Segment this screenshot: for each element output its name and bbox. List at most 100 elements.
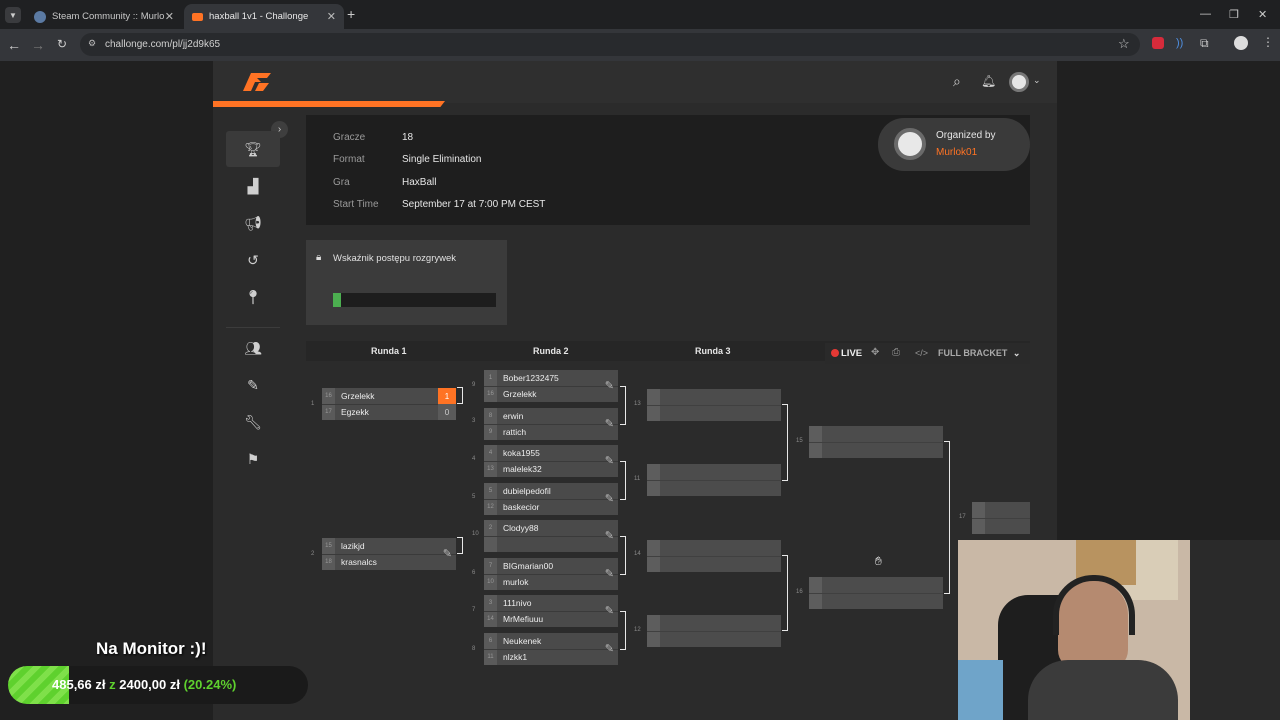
lock-icon: 🔒︎	[316, 252, 322, 263]
match[interactable]: 5 dubielpedofil 12 baskecior ✎	[484, 483, 618, 515]
match[interactable]: 6 Neukenek 11 nlzkk1 ✎	[484, 633, 618, 665]
empty-match[interactable]	[809, 577, 943, 609]
match[interactable]: 3 111nivo 14 MrMefiuuu ✎	[484, 595, 618, 627]
participant-row[interactable]: 18 krasnalcs	[322, 554, 456, 570]
organizer-card[interactable]: Organized by Murlok01	[878, 118, 1030, 171]
profile-avatar-icon[interactable]	[1234, 36, 1248, 50]
maximize-icon[interactable]: ❐	[1229, 8, 1239, 21]
participant-row[interactable]: 16 Grzelekk	[484, 386, 618, 402]
users-icon: 👥︎	[244, 339, 262, 356]
participant-row[interactable]: 13 malelek32	[484, 461, 618, 477]
window-close-icon[interactable]: ✕	[1258, 8, 1267, 21]
match[interactable]: 15 lazikjd 18 krasnalcs ✎	[322, 538, 456, 570]
participant-row[interactable]: 3 111nivo	[484, 595, 618, 611]
sidebar-item-settings[interactable]: 🔧︎	[226, 404, 280, 440]
seed-number: 2	[484, 520, 497, 536]
new-tab-button[interactable]: +	[347, 6, 355, 22]
embed-code-icon[interactable]: </>	[915, 348, 928, 358]
match-id: 7	[472, 607, 476, 613]
sidebar-item-edit[interactable]: ✎	[226, 367, 280, 403]
search-icon[interactable]: ⌕	[953, 73, 961, 90]
participant-row[interactable]: 15 lazikjd	[322, 538, 456, 554]
edit-match-icon[interactable]: ✎	[605, 454, 614, 467]
sidebar-item-announcements[interactable]: 📢︎	[226, 205, 280, 241]
empty-match[interactable]	[647, 615, 781, 647]
match[interactable]: 7 BIGmarian00 10 murlok ✎	[484, 558, 618, 590]
participant-row[interactable]: 12 baskecior	[484, 499, 618, 515]
sidebar-item-participants[interactable]: 👥︎	[226, 330, 280, 366]
participant-row[interactable]: 4 koka1955	[484, 445, 618, 461]
forward-icon[interactable]: →	[30, 37, 46, 53]
sidebar-item-location[interactable]: 📍︎	[226, 279, 280, 315]
edit-match-icon[interactable]: ✎	[605, 379, 614, 392]
participant-row[interactable]	[484, 536, 618, 552]
reload-icon[interactable]: ↻	[54, 37, 70, 51]
participant-row[interactable]: 16 Grzelekk	[322, 388, 456, 404]
address-bar[interactable]: ⚙ challonge.com/pl/jj2d9k65	[80, 33, 1140, 56]
minimize-icon[interactable]: —	[1200, 8, 1211, 20]
seed-slot	[647, 556, 660, 572]
match[interactable]: 16 Grzelekk 17 Egzekk 1 0	[322, 388, 456, 420]
participant-row[interactable]: 17 Egzekk	[322, 404, 456, 420]
sidebar-item-log[interactable]: ↺	[226, 242, 280, 278]
participant-row[interactable]: 11 nlzkk1	[484, 649, 618, 665]
puzzle-icon[interactable]: ⧉	[1200, 36, 1209, 51]
sidebar-item-report[interactable]: ⚑	[226, 441, 280, 477]
print-icon[interactable]: ⎙	[892, 347, 900, 358]
sidebar-item-standings[interactable]: ▟	[226, 168, 280, 204]
participant-name: rattich	[503, 427, 527, 437]
chevron-down-icon[interactable]: ⌄	[1033, 75, 1041, 86]
tab-steam[interactable]: Steam Community :: Murlok :: I ✕	[26, 4, 182, 29]
back-icon[interactable]: ←	[6, 37, 22, 53]
participant-row[interactable]: 5 dubielpedofil	[484, 483, 618, 499]
live-button[interactable]: LIVE	[841, 348, 862, 359]
sidebar-item-bracket[interactable]: 🏆︎	[226, 131, 280, 167]
empty-match[interactable]	[647, 389, 781, 421]
participant-name: Grzelekk	[341, 391, 375, 401]
user-avatar-icon[interactable]	[1009, 72, 1029, 92]
match[interactable]: 4 koka1955 13 malelek32 ✎	[484, 445, 618, 477]
tab-challonge[interactable]: haxball 1v1 - Challonge ✕	[184, 4, 344, 29]
match[interactable]: 2 Clodyy88 ✎	[484, 520, 618, 552]
megaphone-icon: 📢︎	[244, 214, 262, 231]
empty-match[interactable]	[647, 464, 781, 496]
edit-match-icon[interactable]: ✎	[443, 547, 452, 560]
bracket-line	[625, 536, 626, 574]
wrench-icon: 🔧︎	[244, 413, 262, 430]
tab-search-button[interactable]: ▼	[5, 7, 21, 23]
participant-row[interactable]: 8 erwin	[484, 408, 618, 424]
close-icon[interactable]: ✕	[165, 10, 174, 23]
menu-icon[interactable]: ⋮	[1262, 35, 1274, 49]
full-bracket-button[interactable]: FULL BRACKET ⌄	[938, 348, 1020, 359]
edit-match-icon[interactable]: ✎	[605, 567, 614, 580]
participant-row[interactable]: 7 BIGmarian00	[484, 558, 618, 574]
challonge-logo[interactable]	[241, 71, 273, 93]
extension-icon[interactable]: ))	[1176, 37, 1183, 49]
match[interactable]: 1 Bober1232475 16 Grzelekk ✎	[484, 370, 618, 402]
participant-row[interactable]: 2 Clodyy88	[484, 520, 618, 536]
participant-row[interactable]: 14 MrMefiuuu	[484, 611, 618, 627]
match-divider	[647, 631, 781, 632]
final-match[interactable]	[972, 502, 1030, 534]
participant-row[interactable]: 10 murlok	[484, 574, 618, 590]
match-divider	[484, 649, 618, 650]
edit-match-icon[interactable]: ✎	[605, 604, 614, 617]
participant-row[interactable]: 1 Bober1232475	[484, 370, 618, 386]
edit-match-icon[interactable]: ✎	[605, 417, 614, 430]
bracket-line	[787, 404, 788, 480]
match[interactable]: 8 erwin 9 rattich ✎	[484, 408, 618, 440]
organizer-link[interactable]: Murlok01	[936, 147, 977, 158]
participant-row[interactable]: 9 rattich	[484, 424, 618, 440]
edit-match-icon[interactable]: ✎	[605, 529, 614, 542]
site-info-icon[interactable]: ⚙	[88, 38, 96, 49]
bookmark-star-icon[interactable]: ☆	[1118, 36, 1130, 52]
bell-icon[interactable]: 🔔︎	[981, 74, 996, 88]
extension-icon[interactable]	[1152, 37, 1164, 49]
edit-match-icon[interactable]: ✎	[605, 642, 614, 655]
empty-match[interactable]	[809, 426, 943, 458]
participant-row[interactable]: 6 Neukenek	[484, 633, 618, 649]
move-icon[interactable]: ✥	[871, 347, 879, 358]
empty-match[interactable]	[647, 540, 781, 572]
edit-match-icon[interactable]: ✎	[605, 492, 614, 505]
close-icon[interactable]: ✕	[327, 10, 336, 23]
